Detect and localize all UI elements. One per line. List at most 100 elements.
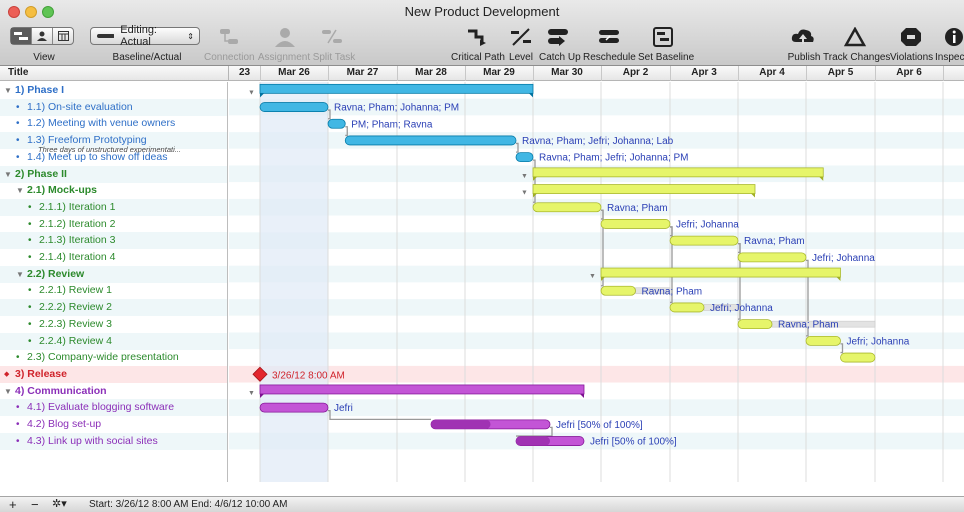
gear-icon[interactable]: ✲▾ (52, 497, 67, 512)
catch-up-icon[interactable] (546, 27, 570, 47)
outline-row[interactable]: • 1.1) On-site evaluation (0, 98, 227, 116)
outline-row[interactable]: ▼ 4) Communication (0, 383, 227, 400)
timeline-date-header: Mar 26 (278, 67, 310, 78)
outline-row[interactable]: • 2.1.4) Iteration 4 (0, 249, 227, 266)
editing-popup[interactable]: Editing: Actual ⇕ (90, 24, 200, 48)
task-resource-label: Ravna; Pham; Johanna; PM (334, 103, 459, 114)
outline-row[interactable]: • 2.1.1) Iteration 1 (0, 198, 227, 216)
outline-row-label: 2.2.4) Review 4 (39, 334, 112, 347)
task-bar (669, 235, 739, 246)
timeline-date-header: Apr 2 (622, 67, 649, 78)
resource-view-icon[interactable] (32, 28, 53, 44)
outline-row[interactable]: • 4.1) Evaluate blogging software (0, 399, 227, 417)
window-title: New Product Development (404, 4, 560, 19)
milestone-diamond-icon: ◆ (4, 370, 10, 378)
column-header-row: Title 23 Mar 26 Mar 27 Mar 28 Mar 29 Mar 30 Ap… (0, 66, 964, 81)
critical-path-icon[interactable] (466, 27, 490, 47)
outline-row[interactable]: • 4.2) Blog set-up (0, 416, 227, 433)
level-icon[interactable] (509, 27, 533, 47)
disclosure-triangle-icon[interactable]: ▼ (4, 166, 12, 183)
split-task-label: Split Task (312, 52, 356, 63)
track-changes-label: Track Changes (823, 52, 891, 63)
connection-icon[interactable] (217, 27, 241, 47)
outline-row[interactable]: ▼ 2) Phase II (0, 165, 227, 183)
project-dates-status: Start: 3/26/12 8:00 AM End: 4/6/12 10:00… (89, 499, 288, 510)
outline-row[interactable]: • 1.4) Meet up to show off ideas (0, 149, 227, 166)
inspector-icon[interactable] (942, 27, 964, 47)
view-label: View (33, 52, 55, 63)
task-bar (737, 252, 807, 263)
task-bullet-icon: • (16, 435, 20, 447)
task-bar (259, 402, 329, 413)
disclosure-triangle-icon: ▼ (248, 390, 255, 397)
assignment-icon[interactable] (273, 27, 297, 47)
violations-icon[interactable] (899, 27, 923, 47)
title-column-header[interactable]: Title (8, 67, 28, 78)
outline-row[interactable]: • 2.2.4) Review 4 (0, 332, 227, 350)
outline-row[interactable]: • 1.2) Meeting with venue owners (0, 115, 227, 132)
toolbar: New Product Development View Editing: Ac… (0, 0, 964, 66)
task-resource-label: Jefri [50% of 100%] (556, 420, 643, 431)
outline-row[interactable]: ▼ 2.1) Mock-ups (0, 182, 227, 199)
task-bar (669, 302, 705, 313)
group-summary-bar (259, 83, 534, 94)
outline-row[interactable]: ◆ 3) Release (0, 365, 227, 383)
outline-row-label: 2.2) Review (27, 267, 85, 280)
task-resource-label: Ravna; Pham (642, 286, 703, 297)
disclosure-triangle-icon[interactable]: ▼ (4, 82, 12, 99)
disclosure-triangle-icon: ▼ (589, 273, 596, 280)
outline-row-label: 4.1) Evaluate blogging software (27, 401, 175, 414)
task-bullet-icon: • (28, 285, 32, 297)
violations-label: Violations (890, 52, 934, 63)
outline-row[interactable]: • 2.2.2) Review 2 (0, 299, 227, 317)
level-label: Level (509, 52, 533, 63)
outline-view: ▼ 1) Phase I • 1.1) On-site evaluation • 1.2)… (0, 82, 228, 482)
outline-row[interactable]: • 2.2.1) Review 1 (0, 282, 227, 299)
view-mode-segmented-control[interactable] (10, 27, 74, 45)
outline-row[interactable]: • 2.1.3) Iteration 3 (0, 232, 227, 250)
disclosure-triangle-icon[interactable]: ▼ (16, 182, 24, 199)
outline-row[interactable]: ▼ 2.2) Review (0, 265, 227, 283)
task-resource-label: Jefri; Johanna (847, 336, 910, 347)
track-changes-icon[interactable] (843, 27, 867, 47)
outline-row[interactable]: • 2.1.2) Iteration 2 (0, 216, 227, 233)
outline-row[interactable]: • 2.3) Company-wide presentation (0, 349, 227, 366)
task-bar (515, 152, 534, 163)
disclosure-triangle-icon: ▼ (521, 190, 528, 197)
publish-label: Publish (787, 52, 821, 63)
outline-row-label: 2.1.2) Iteration 2 (39, 217, 116, 230)
publish-icon[interactable] (791, 27, 815, 47)
catch-up-label: Catch Up (539, 52, 581, 63)
disclosure-triangle-icon[interactable]: ▼ (4, 383, 12, 400)
task-bar (600, 285, 636, 296)
task-resource-label: Jefri; Johanna (812, 253, 875, 264)
timeline-date-header: Apr 5 (827, 67, 854, 78)
outline-row[interactable]: • 2.2.3) Review 3 (0, 316, 227, 333)
remove-task-button[interactable]: − (31, 497, 39, 512)
task-bullet-icon: • (28, 252, 32, 263)
set-baseline-label: Set Baseline (638, 52, 695, 63)
outline-row[interactable]: • 4.3) Link up with social sites (0, 432, 227, 450)
outline-row-label: 4) Communication (15, 384, 107, 397)
disclosure-triangle-icon: ▼ (248, 89, 255, 96)
task-resource-label: Jefri (334, 403, 353, 414)
task-bullet-icon: • (28, 302, 32, 314)
add-task-button[interactable]: + (9, 497, 17, 512)
timeline-date-header: Mar 27 (346, 67, 379, 78)
calendar-view-icon[interactable] (53, 28, 73, 44)
split-task-icon[interactable] (320, 27, 344, 47)
gantt-row-stripe (229, 299, 964, 316)
today-column-highlight (260, 82, 328, 482)
set-baseline-icon[interactable] (651, 27, 675, 47)
group-summary-bar (600, 267, 841, 278)
task-resource-label: PM; Pham; Ravna (351, 119, 433, 130)
reschedule-icon[interactable] (597, 27, 621, 47)
task-resource-label: Ravna; Pham; Jefri; Johanna; Lab (522, 136, 674, 147)
outline-row[interactable]: ▼ 1) Phase I (0, 82, 227, 99)
gantt-canvas[interactable]: ▼ Ravna; Pham; Johanna; PM PM; Pham; Ravna… (229, 82, 964, 482)
disclosure-triangle-icon[interactable]: ▼ (16, 266, 24, 283)
outline-row-label: 2.1.1) Iteration 1 (39, 200, 116, 213)
task-bullet-icon: • (28, 335, 32, 347)
gantt-view-icon[interactable] (11, 28, 32, 44)
group-summary-bar (532, 184, 756, 194)
